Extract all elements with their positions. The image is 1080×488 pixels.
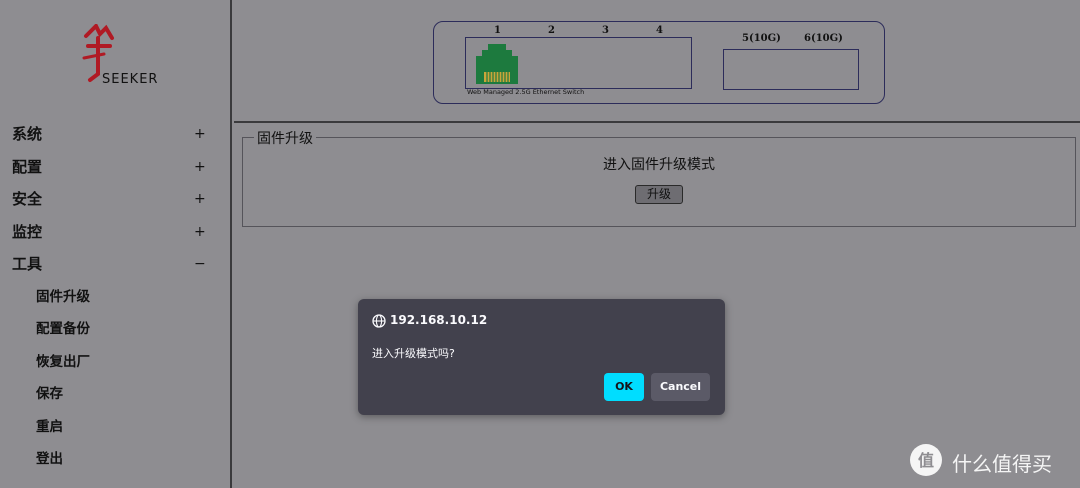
switch-panel: 1 2 3 4 5(10G) 6(10G) Web Managed 2.5G E… — [433, 21, 885, 104]
sidebar-item-config[interactable]: 配置 + — [0, 151, 230, 184]
sidebar-subitem-logout[interactable]: 登出 — [0, 443, 230, 476]
expand-icon[interactable]: + — [194, 118, 206, 151]
logo-text: SEEKER — [102, 72, 159, 87]
dialog-message: 进入升级模式吗? — [372, 347, 455, 360]
port-number: 2 — [548, 25, 555, 36]
sidebar: SEEKER 系统 + 配置 + 安全 + 监控 + 工具 − 固件升级 配置备… — [0, 0, 232, 488]
cancel-button[interactable]: Cancel — [651, 373, 710, 401]
firmware-instruction: 进入固件升级模式 — [603, 157, 715, 173]
dialog-title: 192.168.10.12 — [390, 313, 488, 327]
ok-button[interactable]: OK — [604, 373, 644, 401]
port-number: 3 — [602, 25, 609, 36]
sidebar-item-label: 监控 — [12, 222, 43, 241]
sidebar-item-label: 安全 — [12, 190, 43, 208]
firmware-upgrade-section: 固件升级 进入固件升级模式 升级 — [242, 128, 1076, 227]
sfp-port-label: 5(10G) — [742, 33, 781, 44]
sidebar-subitem-save[interactable]: 保存 — [0, 378, 230, 411]
upgrade-button[interactable]: 升级 — [635, 185, 683, 204]
sidebar-item-label: 工具 — [12, 255, 43, 273]
device-caption: Web Managed 2.5G Ethernet Switch — [467, 88, 585, 96]
ethernet-port-icon[interactable] — [472, 42, 522, 84]
sidebar-item-label: 系统 — [12, 125, 43, 143]
expand-icon[interactable]: + — [194, 183, 206, 216]
port-number: 4 — [656, 25, 663, 36]
watermark-logo-icon: 值 — [910, 444, 942, 476]
sfp-port-label: 6(10G) — [804, 33, 843, 44]
sidebar-item-system[interactable]: 系统 + — [0, 118, 230, 151]
sidebar-item-security[interactable]: 安全 + — [0, 183, 230, 216]
seeker-logo: SEEKER — [72, 24, 162, 94]
collapse-icon[interactable]: − — [194, 248, 206, 281]
sidebar-subitem-reboot[interactable]: 重启 — [0, 411, 230, 444]
svg-text:值: 值 — [918, 451, 934, 470]
confirm-dialog: 192.168.10.12 进入升级模式吗? OK Cancel — [358, 299, 725, 415]
port-number: 1 — [494, 25, 501, 36]
sidebar-subitem-factory-reset[interactable]: 恢复出厂 — [0, 346, 230, 379]
ethernet-ports-area — [465, 37, 692, 89]
expand-icon[interactable]: + — [194, 216, 206, 249]
sidebar-item-label: 配置 — [12, 157, 43, 176]
sidebar-subitem-firmware-upgrade[interactable]: 固件升级 — [0, 281, 230, 314]
watermark-text: 什么值得买 — [952, 452, 1052, 476]
section-legend: 固件升级 — [254, 128, 316, 148]
expand-icon[interactable]: + — [194, 151, 206, 184]
globe-icon — [372, 314, 386, 328]
sidebar-menu: 系统 + 配置 + 安全 + 监控 + 工具 − 固件升级 配置备份 恢复出厂 … — [0, 118, 230, 476]
sfp-ports-area — [723, 49, 859, 90]
switch-status-bar: 1 2 3 4 5(10G) 6(10G) Web Managed 2.5G E… — [234, 0, 1080, 123]
sidebar-item-monitor[interactable]: 监控 + — [0, 216, 230, 249]
sidebar-subitem-config-backup[interactable]: 配置备份 — [0, 313, 230, 346]
sidebar-item-tools[interactable]: 工具 − — [0, 248, 230, 281]
